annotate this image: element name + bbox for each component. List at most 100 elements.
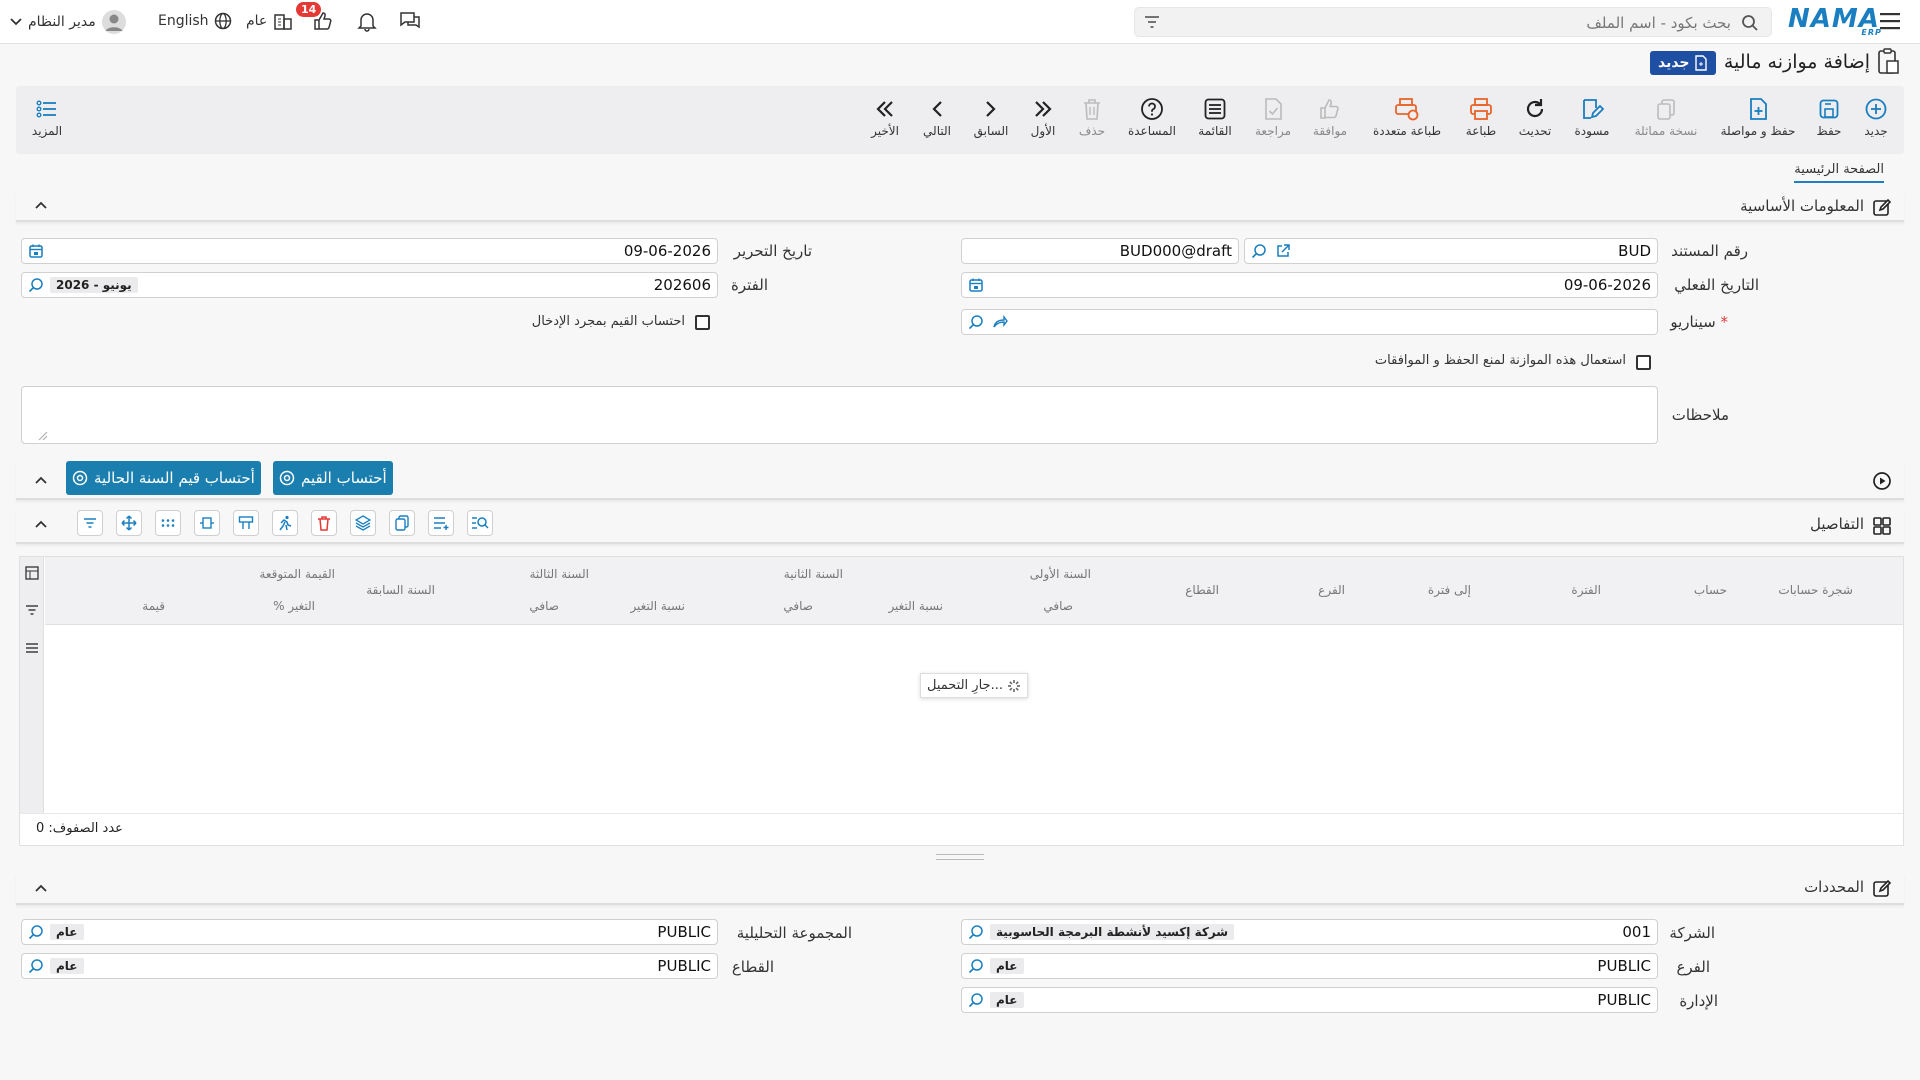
col-sector[interactable]: القطاع [1185, 583, 1219, 597]
search-placeholder: بحث بكود - اسم الملف [1586, 14, 1731, 32]
search-plus-icon[interactable] [968, 958, 984, 974]
multi-print-button[interactable]: طباعة متعددة [1367, 96, 1447, 138]
col-account-tree[interactable]: شجرة حسابات [1778, 583, 1853, 597]
print-button[interactable]: طباعة [1451, 96, 1511, 138]
analysis-group-field[interactable]: PUBLIC عام [21, 919, 718, 945]
search-plus-icon[interactable] [968, 314, 984, 330]
printer-icon [1469, 96, 1493, 122]
grid-filter-button[interactable] [77, 510, 103, 536]
branch-field[interactable]: PUBLIC عام [961, 953, 1658, 979]
chevron-up-icon[interactable] [34, 198, 48, 212]
col-year3-net[interactable]: صافي [529, 599, 559, 613]
search-plus-icon[interactable] [1251, 243, 1267, 259]
search-plus-icon[interactable] [968, 992, 984, 1008]
messages-icon[interactable] [398, 10, 422, 32]
dimensions-header[interactable]: المحددات [16, 873, 1904, 905]
search-plus-icon[interactable] [28, 958, 44, 974]
lock-budget-checkbox[interactable] [1636, 355, 1651, 370]
department-field[interactable]: PUBLIC عام [961, 987, 1658, 1013]
doc-number-prefix-field[interactable]: BUD [1244, 238, 1658, 264]
grid-filter-icon[interactable] [25, 603, 39, 617]
grid-menu-icon[interactable] [25, 641, 39, 655]
resize-splitter[interactable] [936, 854, 984, 860]
run-action-button[interactable] [272, 510, 298, 536]
scenario-field[interactable] [961, 309, 1658, 335]
approvals-button[interactable]: 14 [296, 2, 334, 32]
previous-record-button[interactable]: السابق [961, 96, 1021, 138]
play-circle-icon[interactable] [1872, 471, 1892, 491]
chevron-up-icon[interactable] [34, 473, 48, 487]
basic-info-header[interactable]: المعلومات الأساسية [16, 192, 1904, 222]
user-menu[interactable]: مدير النظام [10, 10, 126, 34]
edit-date-field[interactable]: 09-06-2026 [21, 238, 718, 264]
calendar-icon[interactable] [28, 243, 44, 259]
refresh-button[interactable]: تحديث [1505, 96, 1565, 138]
col-year3-change[interactable]: نسبة التغير [630, 599, 685, 613]
search-plus-icon[interactable] [968, 924, 984, 940]
insert-row-button[interactable] [233, 510, 259, 536]
value-date-field[interactable]: 09-06-2026 [961, 272, 1658, 298]
list-button[interactable]: القائمة [1185, 96, 1245, 138]
more-button[interactable]: المزيد [17, 96, 77, 138]
draft-button[interactable]: مسودة [1562, 96, 1622, 138]
col-period[interactable]: الفترة [1571, 583, 1601, 597]
last-record-button[interactable]: الأخير [855, 96, 915, 138]
search-input[interactable]: بحث بكود - اسم الملف [1134, 7, 1772, 37]
external-link-icon[interactable] [1275, 243, 1291, 259]
tabs-bar: الصفحة الرئيسية [16, 158, 1904, 186]
next-record-button[interactable]: التالي [907, 96, 967, 138]
sector-field[interactable]: PUBLIC عام [21, 953, 718, 979]
col-pct-change[interactable]: % التغير [273, 599, 315, 613]
layers-button[interactable] [350, 510, 376, 536]
search-rows-button[interactable] [467, 510, 493, 536]
add-line-button[interactable] [428, 510, 454, 536]
delete-row-button[interactable] [311, 510, 337, 536]
company-field[interactable]: 001 شركة إكسيد لأنشطة البرمجة الحاسوبية [961, 919, 1658, 945]
col-value[interactable]: قيمة [142, 599, 165, 613]
duplicate-button[interactable]: نسخة مماثلة [1626, 96, 1706, 138]
doc-number-field[interactable]: BUD000@draft [961, 238, 1239, 264]
grid-footer: عدد الصفوف: 0 [20, 813, 1903, 845]
save-button[interactable]: حفظ [1799, 96, 1859, 138]
col-branch[interactable]: الفرع [1318, 583, 1345, 597]
calendar-icon[interactable] [968, 277, 984, 293]
language-switcher[interactable]: English [158, 12, 232, 30]
help-button[interactable]: المساعدة [1122, 96, 1182, 138]
filter-icon[interactable] [1143, 14, 1161, 30]
period-field[interactable]: 202606 2026 - يونيو [21, 272, 718, 298]
fit-columns-button[interactable] [194, 510, 220, 536]
col-to-period[interactable]: إلى فترة [1428, 583, 1471, 597]
approve-button[interactable]: موافقة [1300, 96, 1360, 138]
tab-main[interactable]: الصفحة الرئيسية [1794, 162, 1884, 183]
calc-on-entry-checkbox[interactable] [695, 315, 710, 330]
details-header[interactable]: التفاصيل [16, 508, 1904, 544]
first-record-button[interactable]: الأول [1013, 96, 1073, 138]
document-icon [1694, 55, 1707, 71]
notes-textarea[interactable] [21, 386, 1658, 444]
col-year2-net[interactable]: صافي [783, 599, 813, 613]
calc-current-year-button[interactable]: أحتساب قيم السنة الحالية [66, 461, 261, 495]
move-arrows-button[interactable] [116, 510, 142, 536]
share-arrow-icon[interactable] [992, 314, 1008, 330]
scope-switcher[interactable]: عام [246, 10, 294, 32]
doc-number-label: رقم المستند [1671, 242, 1748, 260]
notifications-bell-icon[interactable] [356, 10, 378, 32]
save-continue-button[interactable]: حفظ و مواصلة [1718, 96, 1798, 138]
col-year2-change[interactable]: نسبة التغير [888, 599, 943, 613]
resize-handle-icon[interactable] [38, 431, 48, 441]
hamburger-menu-icon[interactable] [1880, 12, 1902, 30]
company-chip: شركة إكسيد لأنشطة البرمجة الحاسوبية [990, 924, 1235, 940]
col-year1-net[interactable]: صافي [1043, 599, 1073, 613]
copy-rows-button[interactable] [389, 510, 415, 536]
search-plus-icon[interactable] [28, 924, 44, 940]
dots-grid-button[interactable] [155, 510, 181, 536]
col-account[interactable]: حساب [1694, 583, 1727, 597]
chevron-up-icon[interactable] [34, 881, 48, 895]
doc-number-value: BUD000@draft [1119, 242, 1232, 260]
review-button[interactable]: مراجعة [1243, 96, 1303, 138]
chevron-up-icon[interactable] [34, 517, 48, 531]
calc-values-button[interactable]: أحتساب القيم [273, 461, 393, 495]
col-prev-year[interactable]: السنة السابقة [366, 583, 435, 597]
grid-columns-icon[interactable] [25, 566, 39, 580]
search-plus-icon[interactable] [28, 277, 44, 293]
